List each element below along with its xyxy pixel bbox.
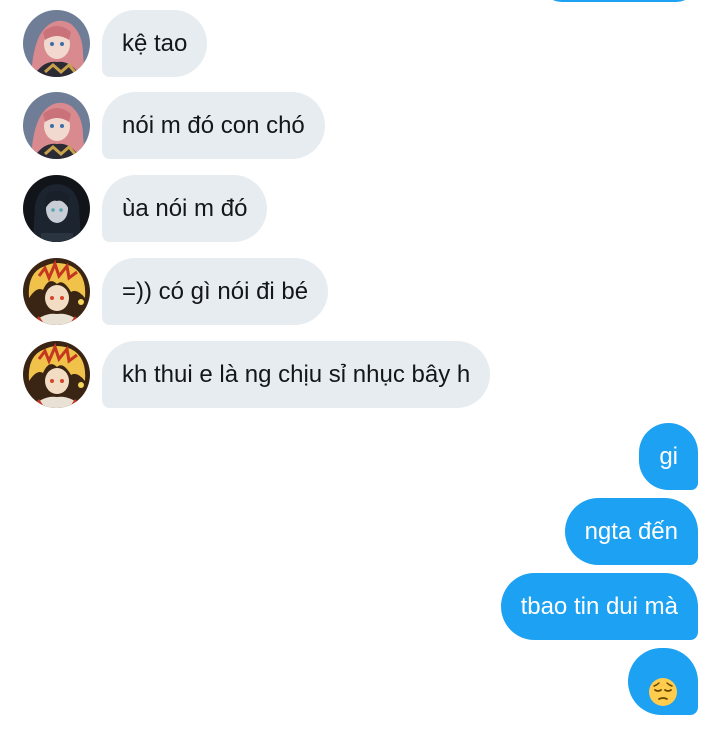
pink-hair-avatar[interactable] xyxy=(23,10,90,77)
pensive-face-emoji-icon xyxy=(648,666,678,706)
incoming-message-bubble[interactable]: nói m đó con chó xyxy=(102,92,325,159)
outgoing-message-bubble-partial[interactable] xyxy=(540,0,698,2)
flame-hair-avatar[interactable] xyxy=(23,341,90,408)
flame-hair-avatar[interactable] xyxy=(23,258,90,325)
incoming-message-bubble[interactable]: ùa nói m đó xyxy=(102,175,268,242)
incoming-message-bubble[interactable]: kh thui e là ng chịu sỉ nhục bây h xyxy=(102,341,491,408)
outgoing-message-bubble[interactable]: gi xyxy=(639,423,698,490)
incoming-message-bubble[interactable]: kệ tao xyxy=(102,10,208,77)
pink-hair-avatar[interactable] xyxy=(23,92,90,159)
outgoing-emoji-bubble[interactable] xyxy=(628,648,698,715)
outgoing-message-bubble[interactable]: tbao tin dui mà xyxy=(500,573,698,640)
dark-hair-avatar[interactable] xyxy=(23,175,90,242)
incoming-message-bubble[interactable]: =)) có gì nói đi bé xyxy=(102,258,329,325)
outgoing-message-bubble[interactable]: ngta đến xyxy=(564,498,698,565)
